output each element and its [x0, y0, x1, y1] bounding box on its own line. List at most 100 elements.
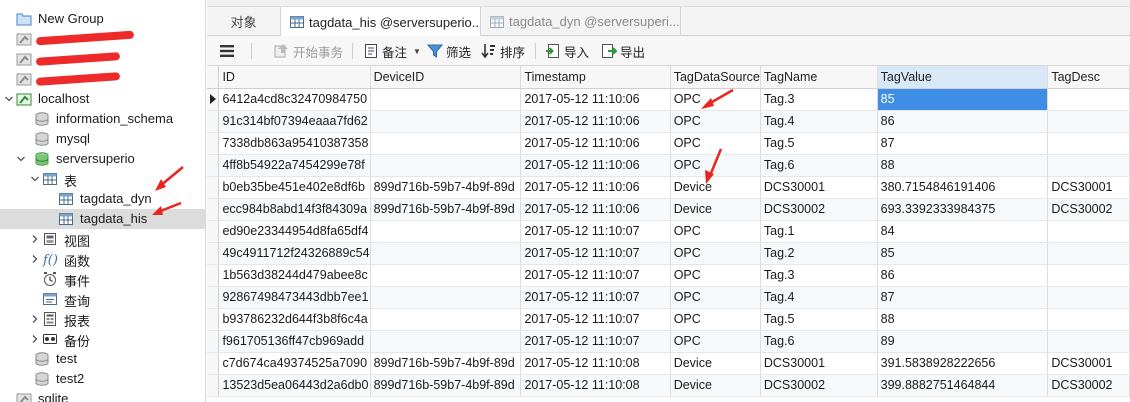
begin-transaction-button[interactable]: 开始事务: [273, 41, 343, 61]
cell-tagname[interactable]: DCS30001: [760, 176, 878, 199]
table-row[interactable]: 4ff8b54922a7454299e78f 2017-05-12 11:10:0…: [207, 154, 1130, 177]
cell-timestamp[interactable]: 2017-05-12 11:10:07: [520, 308, 671, 331]
cell-tagvalue[interactable]: 88: [877, 308, 1049, 331]
cell-tagname[interactable]: Tag.5: [760, 308, 878, 331]
table-row[interactable]: ed90e23344954d8fa65df4 2017-05-12 11:10:0…: [207, 220, 1130, 243]
chevron-down-icon[interactable]: ▼: [413, 47, 421, 56]
cell-id[interactable]: c7d674ca49374525a7090: [218, 352, 371, 375]
sort-button[interactable]: 排序: [481, 41, 525, 61]
export-button[interactable]: 导出: [601, 41, 645, 61]
column-header-tagdatasource[interactable]: TagDataSource: [670, 66, 761, 89]
tab-tagdata-his[interactable]: tagdata_his @serversuperio...: [281, 7, 481, 37]
cell-deviceid[interactable]: [370, 264, 522, 287]
tree-node-localhost[interactable]: localhost: [0, 89, 205, 109]
column-header-tagvalue[interactable]: TagValue: [877, 66, 1049, 89]
cell-tagname[interactable]: Tag.6: [760, 154, 878, 177]
cell-tagname[interactable]: Tag.4: [760, 286, 878, 309]
row-indicator[interactable]: [207, 154, 220, 177]
table-row[interactable]: f961705136ff47cb969add 2017-05-12 11:10:0…: [207, 330, 1130, 353]
cell-tagdatasource[interactable]: Device: [670, 352, 761, 375]
cell-id[interactable]: ecc984b8abd14f3f84309a: [218, 198, 371, 221]
cell-timestamp[interactable]: 2017-05-12 11:10:08: [520, 374, 671, 397]
row-indicator[interactable]: [207, 352, 220, 375]
cell-deviceid[interactable]: [370, 308, 522, 331]
cell-tagname[interactable]: Tag.5: [760, 132, 878, 155]
cell-tagvalue[interactable]: 84: [877, 220, 1049, 243]
cell-deviceid[interactable]: [370, 330, 522, 353]
cell-id[interactable]: 1b563d38244d479abee8c: [218, 264, 371, 287]
table-row[interactable]: 13523d5ea06443d2a6db0 899d716b-59b7-4b9f-…: [207, 374, 1130, 397]
cell-tagvalue[interactable]: 693.3392333984375: [877, 198, 1049, 221]
cell-tagdesc[interactable]: DCS30001: [1047, 176, 1130, 199]
tree-node-information-schema[interactable]: information_schema: [0, 109, 205, 129]
tree-node-new-group[interactable]: New Group: [0, 9, 205, 29]
cell-timestamp[interactable]: 2017-05-12 11:10:08: [520, 352, 671, 375]
cell-tagvalue[interactable]: 87: [877, 286, 1049, 309]
tree-node-backups[interactable]: 备份: [0, 329, 205, 349]
cell-tagvalue[interactable]: 86: [877, 110, 1049, 133]
cell-timestamp[interactable]: 2017-05-12 11:10:07: [520, 264, 671, 287]
cell-deviceid[interactable]: [370, 242, 522, 265]
chevron-right-icon[interactable]: [30, 254, 40, 264]
cell-tagname[interactable]: DCS30002: [760, 374, 878, 397]
cell-tagdesc[interactable]: [1047, 286, 1130, 309]
cell-id[interactable]: 49c4911712f24326889c54: [218, 242, 371, 265]
hamburger-menu-icon[interactable]: [219, 41, 235, 61]
tree-node-test2[interactable]: test2: [0, 369, 205, 389]
cell-tagname[interactable]: DCS30001: [760, 352, 878, 375]
column-header-id[interactable]: ID: [218, 66, 371, 89]
table-row[interactable]: 91c314bf07394eaaa7fd62 2017-05-12 11:10:0…: [207, 110, 1130, 133]
filter-button[interactable]: 筛选: [426, 41, 471, 61]
row-indicator[interactable]: [207, 286, 220, 309]
cell-deviceid[interactable]: [370, 286, 522, 309]
tree-node-connection-2[interactable]: [0, 49, 205, 69]
cell-timestamp[interactable]: 2017-05-12 11:10:07: [520, 286, 671, 309]
tree-node-connection-1[interactable]: [0, 29, 205, 49]
tree-node-sqlite[interactable]: sqlite: [0, 389, 205, 402]
cell-id[interactable]: b0eb35be451e402e8df6b: [218, 176, 371, 199]
cell-deviceid[interactable]: 899d716b-59b7-4b9f-89d: [370, 352, 522, 375]
cell-deviceid[interactable]: [370, 88, 522, 111]
cell-id[interactable]: 7338db863a95410387358: [218, 132, 371, 155]
tab-objects[interactable]: 对象: [207, 7, 281, 36]
cell-timestamp[interactable]: 2017-05-12 11:10:06: [520, 110, 671, 133]
table-row[interactable]: 1b563d38244d479abee8c 2017-05-12 11:10:07…: [207, 264, 1130, 287]
tree-node-views[interactable]: 视图: [0, 229, 205, 249]
cell-timestamp[interactable]: 2017-05-12 11:10:06: [520, 176, 671, 199]
cell-id[interactable]: b93786232d644f3b8f6c4a: [218, 308, 371, 331]
cell-tagdesc[interactable]: DCS30002: [1047, 198, 1130, 221]
cell-deviceid[interactable]: 899d716b-59b7-4b9f-89d: [370, 374, 522, 397]
cell-id[interactable]: f961705136ff47cb969add: [218, 330, 371, 353]
cell-deviceid[interactable]: [370, 220, 522, 243]
row-indicator[interactable]: [207, 220, 220, 243]
cell-deviceid[interactable]: [370, 154, 522, 177]
row-indicator[interactable]: [207, 308, 220, 331]
cell-timestamp[interactable]: 2017-05-12 11:10:07: [520, 330, 671, 353]
cell-tagname[interactable]: Tag.1: [760, 220, 878, 243]
cell-tagname[interactable]: Tag.6: [760, 330, 878, 353]
cell-tagvalue[interactable]: 399.8882751464844: [877, 374, 1049, 397]
cell-tagdatasource[interactable]: OPC: [670, 220, 761, 243]
table-row[interactable]: 92867498473443dbb7ee1 2017-05-12 11:10:07…: [207, 286, 1130, 309]
row-indicator[interactable]: [207, 374, 220, 397]
cell-tagdatasource[interactable]: OPC: [670, 308, 761, 331]
cell-id[interactable]: 6412a4cd8c32470984750: [218, 88, 371, 111]
cell-tagdesc[interactable]: DCS30002: [1047, 374, 1130, 397]
table-row[interactable]: 6412a4cd8c32470984750 2017-05-12 11:10:06…: [207, 88, 1130, 111]
table-row[interactable]: b0eb35be451e402e8df6b 899d716b-59b7-4b9f-…: [207, 176, 1130, 199]
row-indicator[interactable]: [207, 264, 220, 287]
tree-node-functions[interactable]: f() 函数: [0, 249, 205, 269]
cell-tagdesc[interactable]: [1047, 88, 1130, 111]
cell-deviceid[interactable]: 899d716b-59b7-4b9f-89d: [370, 198, 522, 221]
cell-tagdatasource[interactable]: OPC: [670, 330, 761, 353]
cell-tagname[interactable]: Tag.3: [760, 88, 878, 111]
table-row[interactable]: c7d674ca49374525a7090 899d716b-59b7-4b9f-…: [207, 352, 1130, 375]
cell-tagdesc[interactable]: [1047, 110, 1130, 133]
memo-button[interactable]: 备注 ▼: [363, 41, 421, 61]
tree-node-reports[interactable]: 报表: [0, 309, 205, 329]
row-indicator[interactable]: [207, 132, 220, 155]
cell-tagvalue[interactable]: 380.7154846191406: [877, 176, 1049, 199]
tree-node-events[interactable]: 事件: [0, 269, 205, 289]
tab-tagdata-dyn[interactable]: tagdata_dyn @serversuperi...: [481, 7, 681, 36]
cell-tagdesc[interactable]: [1047, 330, 1130, 353]
